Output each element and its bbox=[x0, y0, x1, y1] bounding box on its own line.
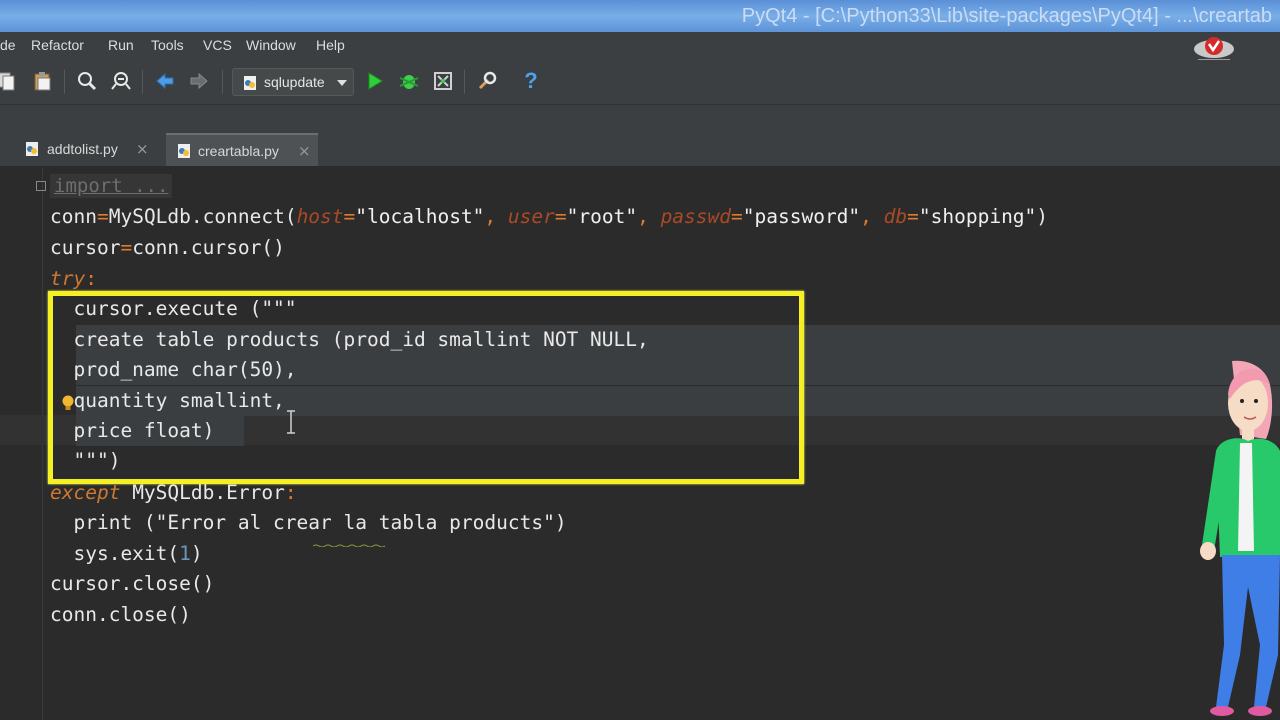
code-line-3: try: bbox=[50, 267, 97, 290]
close-icon[interactable]: × bbox=[136, 140, 149, 158]
tab-label: creartabla.py bbox=[198, 143, 279, 159]
toolbar-separator bbox=[464, 70, 465, 94]
code-line-13: cursor.close() bbox=[50, 572, 215, 595]
close-icon[interactable]: × bbox=[298, 142, 311, 160]
code-line-12: sys.exit(1) bbox=[50, 542, 203, 565]
replace-icon[interactable] bbox=[108, 68, 134, 94]
menu-run[interactable]: Run bbox=[108, 37, 134, 53]
run-config-select[interactable]: sqlupdate bbox=[232, 68, 354, 96]
python-file-icon bbox=[26, 142, 38, 156]
run-config-label: sqlupdate bbox=[264, 74, 325, 90]
menu-bar: de Refactor Run Tools VCS Window Help bbox=[0, 32, 1280, 60]
toolbar-separator bbox=[222, 70, 223, 94]
find-icon[interactable] bbox=[74, 68, 100, 94]
code-line-11: print ("Error al crear la tabla products… bbox=[50, 511, 567, 534]
toolbar-separator bbox=[64, 70, 65, 94]
window-title: PyQt4 - [C:\Python33\Lib\site-packages\P… bbox=[741, 5, 1272, 27]
chevron-down-icon bbox=[337, 80, 347, 86]
menu-window[interactable]: Window bbox=[246, 37, 296, 53]
coverage-icon[interactable] bbox=[430, 68, 456, 94]
toolbar-separator bbox=[142, 70, 143, 94]
main-toolbar: sqlupdate ? bbox=[0, 60, 1280, 105]
window-titlebar: PyQt4 - [C:\Python33\Lib\site-packages\P… bbox=[0, 0, 1280, 32]
spellcheck-underline bbox=[313, 544, 385, 547]
debug-icon[interactable] bbox=[396, 68, 422, 94]
menu-help[interactable]: Help bbox=[316, 37, 345, 53]
python-file-icon bbox=[178, 144, 190, 158]
text-cursor-icon bbox=[287, 410, 295, 434]
back-arrow-icon[interactable] bbox=[152, 68, 178, 94]
code-line-2: cursor=conn.cursor() bbox=[50, 236, 285, 259]
code-line-14: conn.close() bbox=[50, 603, 191, 626]
menu-vcs[interactable]: VCS bbox=[203, 37, 232, 53]
help-icon[interactable]: ? bbox=[518, 68, 544, 94]
python-file-icon bbox=[244, 76, 256, 90]
menu-refactor[interactable]: Refactor bbox=[31, 37, 84, 53]
editor-tab-bar: addtolist.py × creartabla.py × bbox=[0, 132, 1280, 167]
fold-toggle-icon[interactable] bbox=[36, 181, 46, 191]
cartoon-presenter-illustration bbox=[1200, 360, 1280, 716]
menu-code[interactable]: de bbox=[0, 37, 16, 53]
code-line-1: conn=MySQLdb.connect(host="localhost", u… bbox=[50, 205, 1049, 228]
lightbulb-icon[interactable] bbox=[61, 395, 75, 411]
tab-creartabla[interactable]: creartabla.py × bbox=[166, 133, 318, 166]
run-icon[interactable] bbox=[362, 68, 388, 94]
highlight-box bbox=[48, 291, 804, 484]
forward-arrow-icon[interactable] bbox=[186, 68, 212, 94]
menu-tools[interactable]: Tools bbox=[151, 37, 184, 53]
settings-icon[interactable] bbox=[474, 68, 500, 94]
folded-imports[interactable]: import ... bbox=[50, 174, 173, 198]
copy-icon[interactable] bbox=[0, 68, 20, 94]
tab-label: addtolist.py bbox=[47, 141, 118, 157]
tab-addtolist[interactable]: addtolist.py × bbox=[18, 133, 158, 166]
paste-icon[interactable] bbox=[30, 68, 56, 94]
toolbar-spacer bbox=[0, 105, 1280, 132]
